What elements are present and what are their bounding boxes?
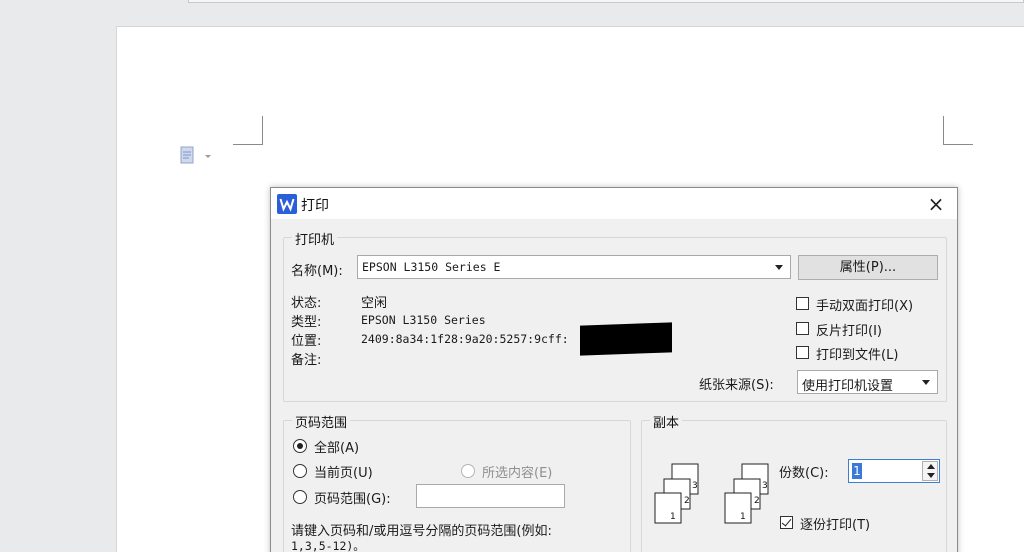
location-label: 位置: (291, 334, 322, 349)
all-pages-label[interactable]: 全部(A) (314, 437, 359, 456)
dialog-title: 打印 (301, 198, 329, 214)
manual-duplex-checkbox[interactable] (796, 297, 809, 310)
page-range-hint-line1: 请键入页码和/或用逗号分隔的页码范围(例如: (291, 524, 552, 539)
copies-group-label: 副本 (650, 412, 683, 431)
margin-corner-top-right (943, 116, 973, 145)
printer-name-label: 名称(M): (291, 264, 343, 279)
redaction-mark (580, 322, 672, 356)
print-dialog: 打印 × 打印机 名称(M): EPSON L3150 Series E 属性(… (270, 187, 958, 552)
copies-group: 副本 3 2 1 3 2 1 份数(C): 1 逐份打印(T) (641, 412, 947, 552)
printer-group-label: 打印机 (292, 229, 338, 248)
current-page-label[interactable]: 当前页(U) (314, 462, 373, 481)
paper-source-select[interactable]: 使用打印机设置 (797, 370, 938, 394)
comment-label: 备注: (291, 353, 322, 368)
printer-name-value: EPSON L3150 Series E (362, 260, 501, 274)
uncollated-pages-icon: 3 2 1 (654, 463, 702, 525)
page-range-input[interactable] (416, 484, 565, 508)
copies-count-label: 份数(C): (779, 466, 829, 481)
printer-group: 打印机 名称(M): EPSON L3150 Series E 属性(P)...… (283, 229, 947, 402)
manual-duplex-label[interactable]: 手动双面打印(X) (816, 295, 913, 314)
location-value: 2409:8a34:1f28:9a20:5257:9cff: (361, 332, 569, 346)
page-range-hint-line2: 1,3,5-12)。 (291, 539, 365, 552)
paper-source-label: 纸张来源(S): (699, 378, 774, 393)
chevron-up-icon[interactable] (927, 464, 935, 469)
wps-logo-icon (277, 194, 297, 214)
svg-text:3: 3 (762, 481, 768, 491)
type-label: 类型: (291, 315, 322, 330)
copies-count-stepper[interactable]: 1 (848, 459, 940, 483)
collate-checkbox[interactable] (780, 516, 793, 529)
reverse-print-label[interactable]: 反片打印(I) (816, 320, 882, 339)
status-value: 空闲 (361, 296, 388, 311)
paper-source-value: 使用打印机设置 (802, 379, 894, 394)
paragraph-menu-icon[interactable] (180, 146, 212, 166)
svg-text:1: 1 (670, 512, 676, 522)
status-label: 状态: (291, 296, 322, 311)
print-to-file-checkbox[interactable] (796, 346, 809, 359)
toolbar-edge (188, 0, 1024, 3)
reverse-print-checkbox[interactable] (796, 322, 809, 335)
print-to-file-label[interactable]: 打印到文件(L) (816, 344, 898, 363)
properties-button[interactable]: 属性(P)... (798, 255, 938, 280)
margin-corner-top-left (233, 116, 263, 145)
collate-label[interactable]: 逐份打印(T) (800, 514, 870, 533)
svg-text:2: 2 (754, 496, 760, 506)
all-pages-radio[interactable] (293, 439, 307, 453)
type-value: EPSON L3150 Series (361, 313, 486, 327)
svg-text:3: 3 (692, 481, 698, 491)
spinner-buttons[interactable] (922, 461, 938, 481)
copies-count-value: 1 (852, 463, 862, 479)
selection-radio[interactable] (461, 464, 475, 478)
chevron-down-icon (775, 265, 783, 270)
close-icon[interactable]: × (921, 190, 951, 218)
chevron-down-icon (922, 380, 930, 385)
svg-text:1: 1 (740, 512, 746, 522)
page-range-group: 页码范围 全部(A) 当前页(U) 所选内容(E) 页码范围(G): 请键入页码… (283, 412, 631, 552)
chevron-down-icon[interactable] (927, 473, 935, 478)
selection-label[interactable]: 所选内容(E) (482, 462, 552, 481)
collated-pages-icon: 3 2 1 (724, 463, 772, 525)
current-page-radio[interactable] (293, 464, 307, 478)
page-range-group-label: 页码范围 (292, 412, 351, 431)
svg-text:2: 2 (684, 496, 690, 506)
page-range-radio[interactable] (293, 490, 307, 504)
page-range-label[interactable]: 页码范围(G): (314, 488, 391, 507)
printer-name-select[interactable]: EPSON L3150 Series E (357, 255, 791, 279)
dialog-titlebar[interactable]: 打印 × (271, 188, 957, 219)
